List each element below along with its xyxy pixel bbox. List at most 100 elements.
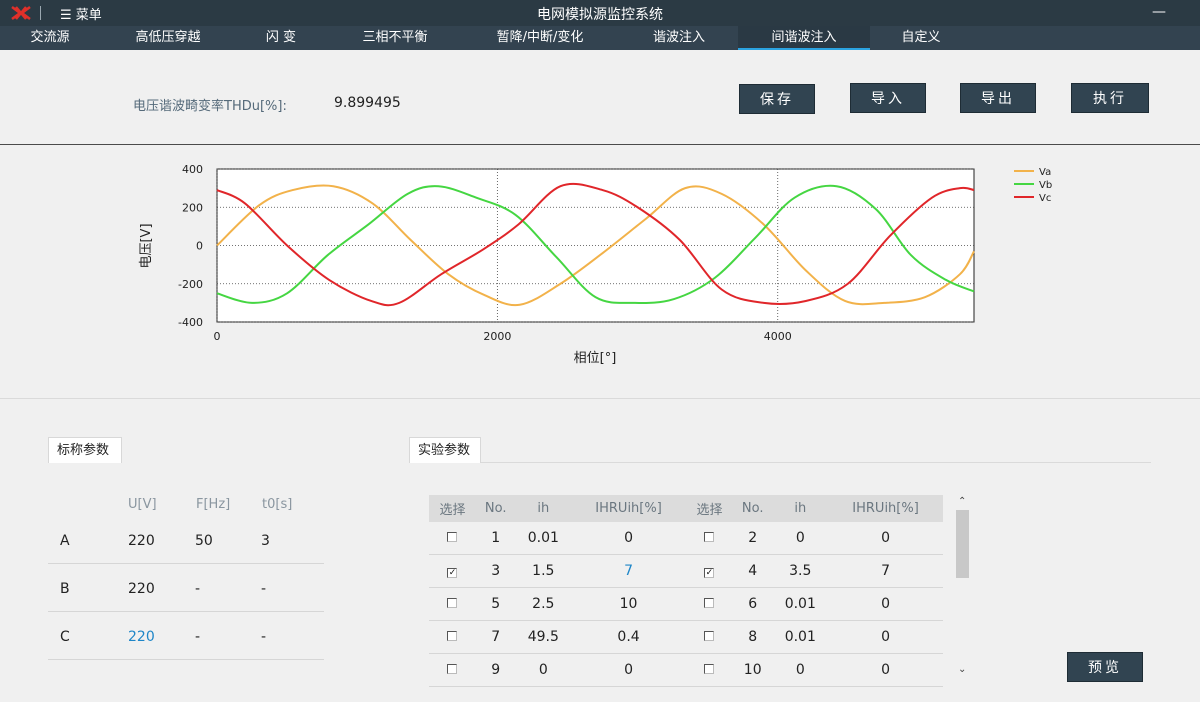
nominal-u-a[interactable]: 220 <box>128 533 155 549</box>
ih-cell[interactable]: 0 <box>772 653 829 687</box>
select-cell <box>429 620 476 654</box>
col-ihru-2: IHRUih[%] <box>828 495 943 522</box>
y-tick-label: 0 <box>196 240 203 253</box>
scrollbar-thumb[interactable] <box>956 510 969 578</box>
ih-cell[interactable]: 2.5 <box>515 587 572 621</box>
save-button[interactable]: 保存 <box>739 84 815 114</box>
tab-ac-source[interactable]: 交流源 <box>0 26 100 50</box>
nominal-u-c[interactable]: 220 <box>128 629 155 645</box>
col-no-1: No. <box>475 495 516 522</box>
nominal-t0-c[interactable]: - <box>261 629 266 645</box>
x-tick-label: 0 <box>214 330 221 343</box>
nominal-phase-b: B <box>60 581 70 597</box>
ih-cell[interactable]: 0.01 <box>772 620 829 654</box>
select-checkbox[interactable] <box>704 631 715 641</box>
execute-button[interactable]: 执行 <box>1071 83 1149 113</box>
number-cell[interactable]: 4 <box>732 554 773 588</box>
tab-ride-through[interactable]: 高低压穿越 <box>112 26 224 50</box>
waveform-chart: 4002000-200-4000 2000 4000 相位[°] 电压[V] VaV… <box>139 163 1052 366</box>
ih-cell[interactable]: 0.01 <box>772 587 829 621</box>
select-cell: ✓ <box>685 554 733 588</box>
scroll-up-icon[interactable]: ⌃ <box>958 496 966 507</box>
number-cell[interactable]: 8 <box>732 620 773 654</box>
minimize-button[interactable]: — <box>1152 4 1166 20</box>
row-divider <box>48 659 324 660</box>
nominal-f-c[interactable]: - <box>195 629 200 645</box>
select-checkbox[interactable] <box>447 664 458 674</box>
nominal-f-b[interactable]: - <box>195 581 200 597</box>
ihru-cell[interactable]: 0 <box>571 653 686 687</box>
y-tick-label: 400 <box>182 163 203 176</box>
nominal-u-b[interactable]: 220 <box>128 581 155 597</box>
experiment-params-tab[interactable]: 实验参数 <box>409 437 481 463</box>
select-checkbox[interactable]: ✓ <box>704 568 715 578</box>
y-tick-label: -200 <box>178 278 203 291</box>
nominal-phase-a: A <box>60 533 70 549</box>
tab-interharmonic-injection[interactable]: 间谐波注入 <box>738 26 870 50</box>
nominal-t0-b[interactable]: - <box>261 581 266 597</box>
number-cell[interactable]: 1 <box>475 522 516 555</box>
section-divider <box>0 144 1200 145</box>
select-cell: ✓ <box>429 554 476 588</box>
select-cell <box>429 587 476 621</box>
col-ihru-1: IHRUih[%] <box>571 495 686 522</box>
window-title: 电网模拟源监控系统 <box>537 7 663 23</box>
nominal-phase-c: C <box>60 629 70 645</box>
nominal-params-tab[interactable]: 标称参数 <box>48 437 122 463</box>
ihru-cell[interactable]: 0.4 <box>571 620 686 654</box>
number-cell[interactable]: 3 <box>475 554 516 588</box>
select-checkbox[interactable] <box>704 532 715 542</box>
number-cell[interactable]: 7 <box>475 620 516 654</box>
ih-cell[interactable]: 0 <box>772 522 829 555</box>
nominal-f-a[interactable]: 50 <box>195 533 213 549</box>
chart-divider <box>0 398 1200 399</box>
tab-custom[interactable]: 自定义 <box>876 26 966 50</box>
import-button[interactable]: 导入 <box>850 83 926 113</box>
table-row: ✓ 3 1.5 7 ✓ 4 3.5 7 <box>429 554 943 588</box>
number-cell[interactable]: 2 <box>732 522 773 555</box>
ih-cell[interactable]: 1.5 <box>515 554 572 588</box>
ih-cell[interactable]: 0 <box>515 653 572 687</box>
experiment-tab-underline <box>481 462 1151 463</box>
select-checkbox[interactable] <box>704 598 715 608</box>
select-cell <box>429 522 476 555</box>
ihru-cell[interactable]: 0 <box>828 587 943 621</box>
select-cell <box>429 653 476 687</box>
col-ih-2: ih <box>772 495 829 522</box>
ihru-cell[interactable]: 7 <box>828 554 943 588</box>
select-checkbox[interactable] <box>447 598 458 608</box>
number-cell[interactable]: 9 <box>475 653 516 687</box>
col-select-2: 选择 <box>685 495 733 522</box>
x-tick-label: 4000 <box>764 330 792 343</box>
select-cell <box>685 653 733 687</box>
ihru-cell[interactable]: 0 <box>828 522 943 555</box>
select-checkbox[interactable]: ✓ <box>447 568 458 578</box>
tab-sag-interrupt[interactable]: 暂降/中断/变化 <box>474 26 606 50</box>
ihru-cell[interactable]: 7 <box>571 554 686 588</box>
col-ih-1: ih <box>515 495 572 522</box>
number-cell[interactable]: 6 <box>732 587 773 621</box>
ih-cell[interactable]: 3.5 <box>772 554 829 588</box>
number-cell[interactable]: 5 <box>475 587 516 621</box>
ihru-cell[interactable]: 10 <box>571 587 686 621</box>
preview-button[interactable]: 预览 <box>1067 652 1143 682</box>
ihru-cell[interactable]: 0 <box>571 522 686 555</box>
y-tick-label: -400 <box>178 316 203 329</box>
ihru-cell[interactable]: 0 <box>828 653 943 687</box>
ih-cell[interactable]: 0.01 <box>515 522 572 555</box>
tab-harmonic-injection[interactable]: 谐波注入 <box>626 26 732 50</box>
export-button[interactable]: 导出 <box>960 83 1036 113</box>
nominal-t0-a[interactable]: 3 <box>261 533 270 549</box>
table-row: 1 0.01 0 2 0 0 <box>429 522 943 555</box>
select-checkbox[interactable] <box>704 664 715 674</box>
scroll-down-icon[interactable]: ⌄ <box>958 664 966 675</box>
ih-cell[interactable]: 49.5 <box>515 620 572 654</box>
tab-three-phase-unbalance[interactable]: 三相不平衡 <box>340 26 450 50</box>
select-cell <box>685 620 733 654</box>
select-checkbox[interactable] <box>447 631 458 641</box>
ihru-cell[interactable]: 0 <box>828 620 943 654</box>
tab-flicker[interactable]: 闪 变 <box>236 26 326 50</box>
number-cell[interactable]: 10 <box>732 653 773 687</box>
col-select-1: 选择 <box>429 495 476 522</box>
select-checkbox[interactable] <box>447 532 458 542</box>
